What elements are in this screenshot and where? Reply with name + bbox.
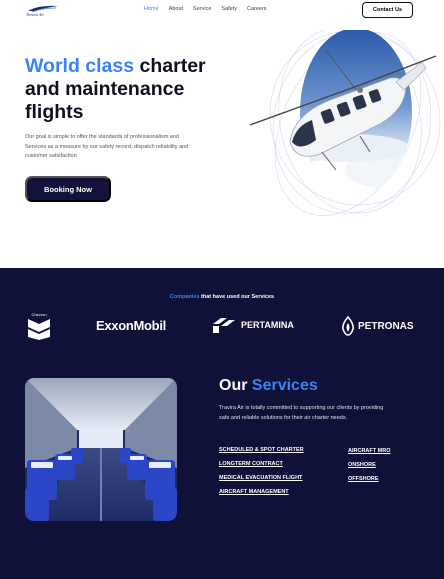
dark-section: Companies that have used our Services Ch… — [0, 268, 444, 579]
exxonmobil-logo: ExxonMobil — [96, 318, 166, 333]
pertamina-logo: PERTAMINA — [211, 316, 294, 334]
nav-about[interactable]: About — [169, 6, 183, 12]
companies-title-accent: Companies — [169, 294, 200, 300]
aircraft-cabin-image — [25, 378, 177, 521]
nav-careers[interactable]: Careers — [247, 6, 267, 12]
services-list-secondary: AIRCRAFT MRO ONSHORE OFFSHORE — [348, 448, 390, 490]
service-link[interactable]: SCHEDULED & SPOT CHARTER — [219, 447, 304, 461]
services-title: Our Services — [219, 377, 318, 395]
nav-safety[interactable]: Safety — [221, 6, 237, 12]
services-description: Travira Air is totally committed to supp… — [219, 405, 384, 421]
companies-title: Companies that have used our Services — [0, 294, 444, 300]
pertamina-logo-text: PERTAMINA — [241, 320, 294, 330]
service-link[interactable]: AIRCRAFT MRO — [348, 448, 390, 462]
service-link[interactable]: MEDICAL EVACUATION FLIGHT — [219, 475, 304, 489]
companies-title-rest: that have used our Services — [199, 294, 275, 300]
nav-service[interactable]: Service — [193, 6, 211, 12]
services-list-primary: SCHEDULED & SPOT CHARTER LONGTERM CONTRA… — [219, 447, 304, 503]
service-link[interactable]: ONSHORE — [348, 462, 390, 476]
chevron-icon — [28, 319, 50, 340]
hero-description: Our goal is simple to offer the standard… — [25, 134, 189, 159]
logo-text: Travira Air — [26, 12, 45, 17]
hero-title-accent: World class — [25, 55, 135, 77]
services-title-plain: Our — [219, 377, 248, 394]
services-title-accent: Services — [247, 377, 318, 394]
contact-us-button[interactable]: Contact Us — [362, 2, 413, 18]
chevron-logo-text: Chevron — [31, 312, 47, 317]
travira-air-logo[interactable]: Travira Air — [26, 5, 60, 19]
main-nav: Home About Service Safety Careers — [144, 6, 267, 12]
helicopter-hero-image — [200, 26, 444, 220]
service-link[interactable]: AIRCRAFT MANAGEMENT — [219, 489, 304, 503]
pertamina-icon — [213, 318, 235, 333]
petronas-logo: PETRONAS — [341, 316, 414, 336]
hero-title: World class charter and maintenance flig… — [25, 55, 225, 124]
petronas-icon — [342, 316, 354, 336]
service-link[interactable]: OFFSHORE — [348, 476, 390, 490]
site-header: Travira Air Home About Service Safety Ca… — [0, 0, 444, 22]
chevron-logo: Chevron — [26, 312, 52, 340]
petronas-logo-text: PETRONAS — [358, 320, 414, 332]
service-link[interactable]: LONGTERM CONTRACT — [219, 461, 304, 475]
nav-home[interactable]: Home — [144, 6, 159, 12]
booking-now-button[interactable]: Booking Now — [25, 176, 111, 202]
